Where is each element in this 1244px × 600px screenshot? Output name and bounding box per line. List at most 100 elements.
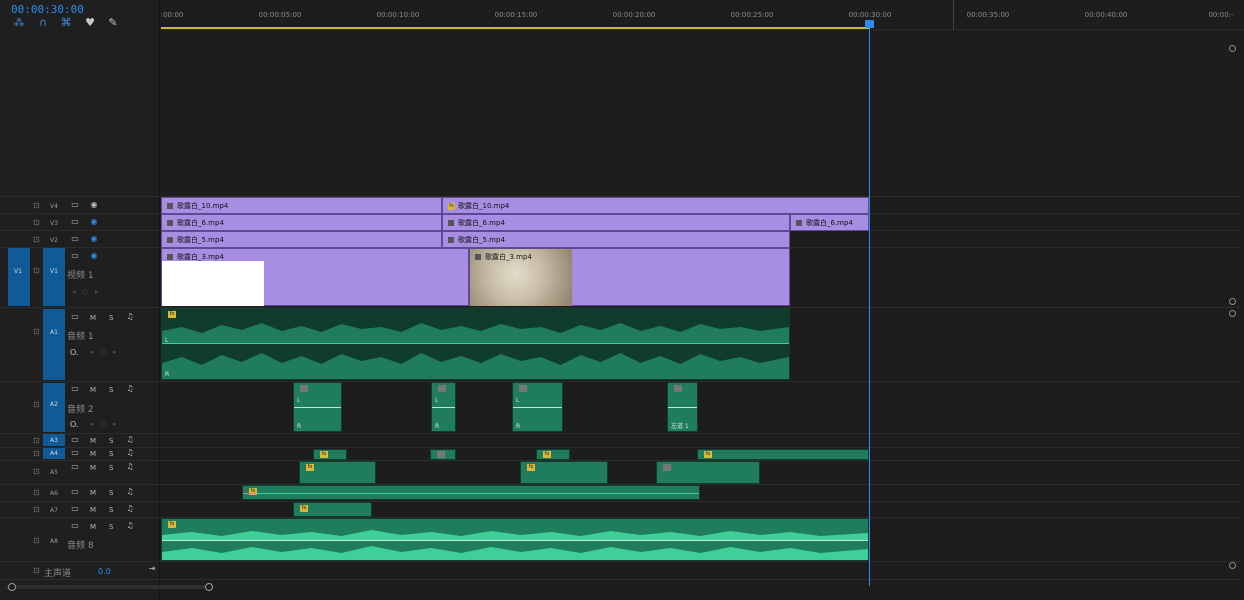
video-clip[interactable]: 歌露白_6.mp4: [790, 214, 869, 231]
audio-clip[interactable]: fx: [313, 449, 347, 460]
sync-lock-icon[interactable]: ▭: [70, 201, 80, 209]
mute-button[interactable]: M: [90, 523, 96, 531]
mute-button[interactable]: M: [90, 314, 96, 322]
track-target-v1[interactable]: [43, 248, 65, 306]
snap-icon[interactable]: ⁂: [13, 17, 25, 29]
video-clip[interactable]: 歌露白_5.mp4: [442, 231, 790, 248]
keyframe-nav[interactable]: ◂ ○ ▸: [90, 348, 140, 356]
volume-line[interactable]: [668, 407, 697, 408]
microphone-icon[interactable]: ♫: [125, 313, 135, 321]
audio-clip[interactable]: fx: [161, 518, 869, 561]
audio-clip[interactable]: fx: [242, 485, 700, 500]
mute-button[interactable]: M: [90, 450, 96, 458]
solo-button[interactable]: S: [109, 386, 113, 394]
mute-button[interactable]: M: [90, 386, 96, 394]
lock-icon[interactable]: ⊡: [33, 201, 41, 210]
volume-line[interactable]: [513, 407, 562, 408]
eye-hidden-icon[interactable]: ◉: [89, 235, 99, 243]
video-clip[interactable]: 歌露白_6.mp4: [161, 214, 442, 231]
volume-knob[interactable]: O.: [70, 348, 79, 357]
sync-lock-icon[interactable]: ▭: [70, 218, 80, 226]
lock-icon[interactable]: ⊡: [33, 488, 41, 497]
microphone-icon[interactable]: ♫: [125, 505, 135, 513]
lock-icon[interactable]: ⊡: [33, 266, 41, 275]
sync-lock-icon[interactable]: ▭: [70, 235, 80, 243]
add-marker-icon[interactable]: ♥: [84, 17, 96, 29]
audio-clip[interactable]: [430, 449, 456, 460]
eye-hidden-icon[interactable]: ◉: [89, 252, 99, 260]
lock-icon[interactable]: ⊡: [33, 235, 41, 244]
source-patch-v1[interactable]: [8, 248, 30, 306]
mute-button[interactable]: M: [90, 464, 96, 472]
audio-clip[interactable]: LR: [293, 382, 342, 432]
playhead-timecode[interactable]: 00:00:30:00: [11, 3, 84, 16]
solo-button[interactable]: S: [109, 464, 113, 472]
microphone-icon[interactable]: ♫: [125, 436, 135, 444]
audio-clip[interactable]: [656, 461, 760, 484]
magnet-icon[interactable]: ∩: [37, 17, 49, 29]
video-clip[interactable]: 歌露白_5.mp4: [161, 231, 442, 248]
audio-clip[interactable]: fx: [299, 461, 376, 484]
go-to-end-icon[interactable]: ⇥: [147, 565, 157, 573]
sync-lock-icon[interactable]: ▭: [70, 463, 80, 471]
video-clip[interactable]: 歌露白_3.mp4: [161, 248, 469, 306]
sync-lock-icon[interactable]: ▭: [70, 505, 80, 513]
scroll-zoom-handle-right[interactable]: [205, 583, 213, 591]
audio-clip[interactable]: fx: [293, 502, 372, 517]
video-clip[interactable]: fx 歌露白_10.mp4: [442, 197, 869, 214]
work-area-bar[interactable]: [161, 27, 869, 29]
microphone-icon[interactable]: ♫: [125, 385, 135, 393]
solo-button[interactable]: S: [109, 450, 113, 458]
volume-knob[interactable]: O.: [70, 420, 79, 429]
sync-lock-icon[interactable]: ▭: [70, 385, 80, 393]
master-volume-value[interactable]: 0.0: [98, 567, 111, 576]
video-clip[interactable]: 歌露白_10.mp4: [161, 197, 442, 214]
microphone-icon[interactable]: ♫: [125, 463, 135, 471]
mute-button[interactable]: M: [90, 437, 96, 445]
sync-lock-icon[interactable]: ▭: [70, 313, 80, 321]
solo-button[interactable]: S: [109, 489, 113, 497]
solo-button[interactable]: S: [109, 506, 113, 514]
lock-icon[interactable]: ⊡: [33, 218, 41, 227]
vertical-scroll-handle[interactable]: [1229, 298, 1236, 305]
sync-lock-icon[interactable]: ▭: [70, 436, 80, 444]
volume-line[interactable]: [432, 407, 455, 408]
time-ruler[interactable]: :00:00 00:00:05:00 00:00:10:00 00:00:15:…: [161, 0, 1244, 30]
lock-icon[interactable]: ⊡: [33, 436, 41, 445]
eye-icon[interactable]: ◉: [89, 201, 99, 209]
sync-lock-icon[interactable]: ▭: [70, 252, 80, 260]
audio-clip[interactable]: LR: [431, 382, 456, 432]
volume-line[interactable]: [162, 343, 789, 344]
video-clip[interactable]: 歌露白_3.mp4: [469, 248, 790, 306]
mute-button[interactable]: M: [90, 506, 96, 514]
audio-clip[interactable]: fx L R: [161, 308, 790, 380]
audio-clip[interactable]: 左道 1: [667, 382, 698, 432]
video-clip[interactable]: 歌露白_6.mp4: [442, 214, 790, 231]
lock-icon[interactable]: ⊡: [33, 467, 41, 476]
volume-line[interactable]: [162, 540, 868, 541]
audio-clip[interactable]: fx: [697, 449, 869, 460]
sync-lock-icon[interactable]: ▭: [70, 449, 80, 457]
keyframe-nav[interactable]: ◂ ○ ▸: [72, 288, 132, 296]
sync-lock-icon[interactable]: ▭: [70, 522, 80, 530]
lock-icon[interactable]: ⊡: [33, 566, 41, 575]
lock-icon[interactable]: ⊡: [33, 449, 41, 458]
linked-selection-icon[interactable]: ⌘: [60, 17, 72, 29]
sync-lock-icon[interactable]: ▭: [70, 488, 80, 496]
keyframe-nav[interactable]: ◂ ○ ▸: [90, 420, 140, 428]
vertical-scroll-handle[interactable]: [1229, 562, 1236, 569]
volume-line[interactable]: [243, 493, 699, 494]
lock-icon[interactable]: ⊡: [33, 400, 41, 409]
scroll-zoom-handle-left[interactable]: [8, 583, 16, 591]
lock-icon[interactable]: ⊡: [33, 505, 41, 514]
microphone-icon[interactable]: ♫: [125, 488, 135, 496]
audio-clip[interactable]: LR: [512, 382, 563, 432]
mute-button[interactable]: M: [90, 489, 96, 497]
track-target-a1[interactable]: [43, 309, 65, 380]
audio-clip[interactable]: fx: [520, 461, 608, 484]
solo-button[interactable]: S: [109, 314, 113, 322]
microphone-icon[interactable]: ♫: [125, 449, 135, 457]
solo-button[interactable]: S: [109, 523, 113, 531]
audio-clip[interactable]: fx: [536, 449, 570, 460]
horizontal-scrollbar[interactable]: [6, 585, 211, 589]
